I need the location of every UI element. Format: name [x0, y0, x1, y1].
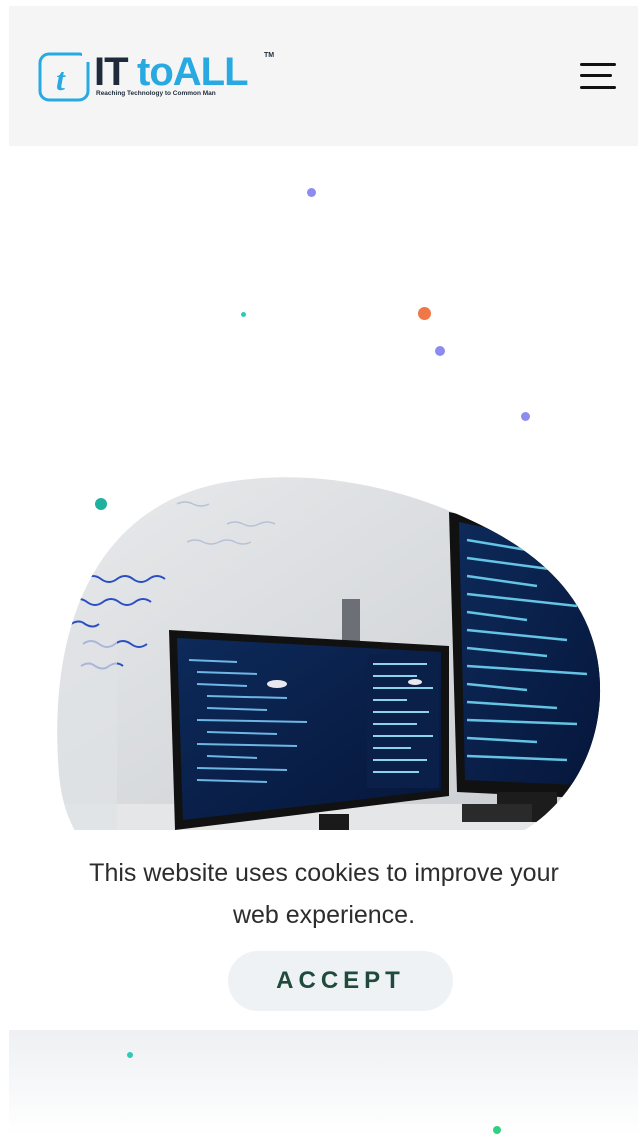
decorative-dot	[435, 346, 445, 356]
logo-word-toall: toALL	[137, 50, 249, 94]
decorative-dot	[418, 307, 431, 320]
decorative-dot	[241, 312, 246, 317]
decorative-dot	[307, 188, 316, 197]
decorative-dot	[127, 1052, 133, 1058]
hero-image	[57, 477, 601, 834]
page: t IT toALL TM Reaching Technology to Com…	[9, 6, 638, 1135]
itoall-logo[interactable]: t IT toALL TM Reaching Technology to Com…	[38, 48, 278, 110]
cookie-banner: This website uses cookies to improve you…	[9, 830, 638, 1030]
accept-cookies-button[interactable]: ACCEPT	[228, 951, 453, 1011]
logo-mark-icon: t	[38, 50, 92, 102]
logo-word-it: IT	[94, 50, 129, 94]
right-monitor	[449, 512, 601, 822]
logo-mark-letter: t	[56, 61, 66, 97]
hamburger-menu-icon[interactable]	[575, 60, 619, 96]
cookie-message: This website uses cookies to improve you…	[89, 859, 559, 929]
logo-trademark: TM	[264, 52, 275, 59]
menu-line	[580, 86, 616, 89]
site-header: t IT toALL TM Reaching Technology to Com…	[9, 6, 638, 146]
menu-line	[580, 63, 616, 66]
logo-tagline: Reaching Technology to Common Man	[96, 90, 216, 97]
bottom-section	[9, 1030, 638, 1135]
menu-line	[580, 74, 612, 77]
decorative-dot	[493, 1126, 501, 1134]
decorative-dot	[521, 412, 530, 421]
